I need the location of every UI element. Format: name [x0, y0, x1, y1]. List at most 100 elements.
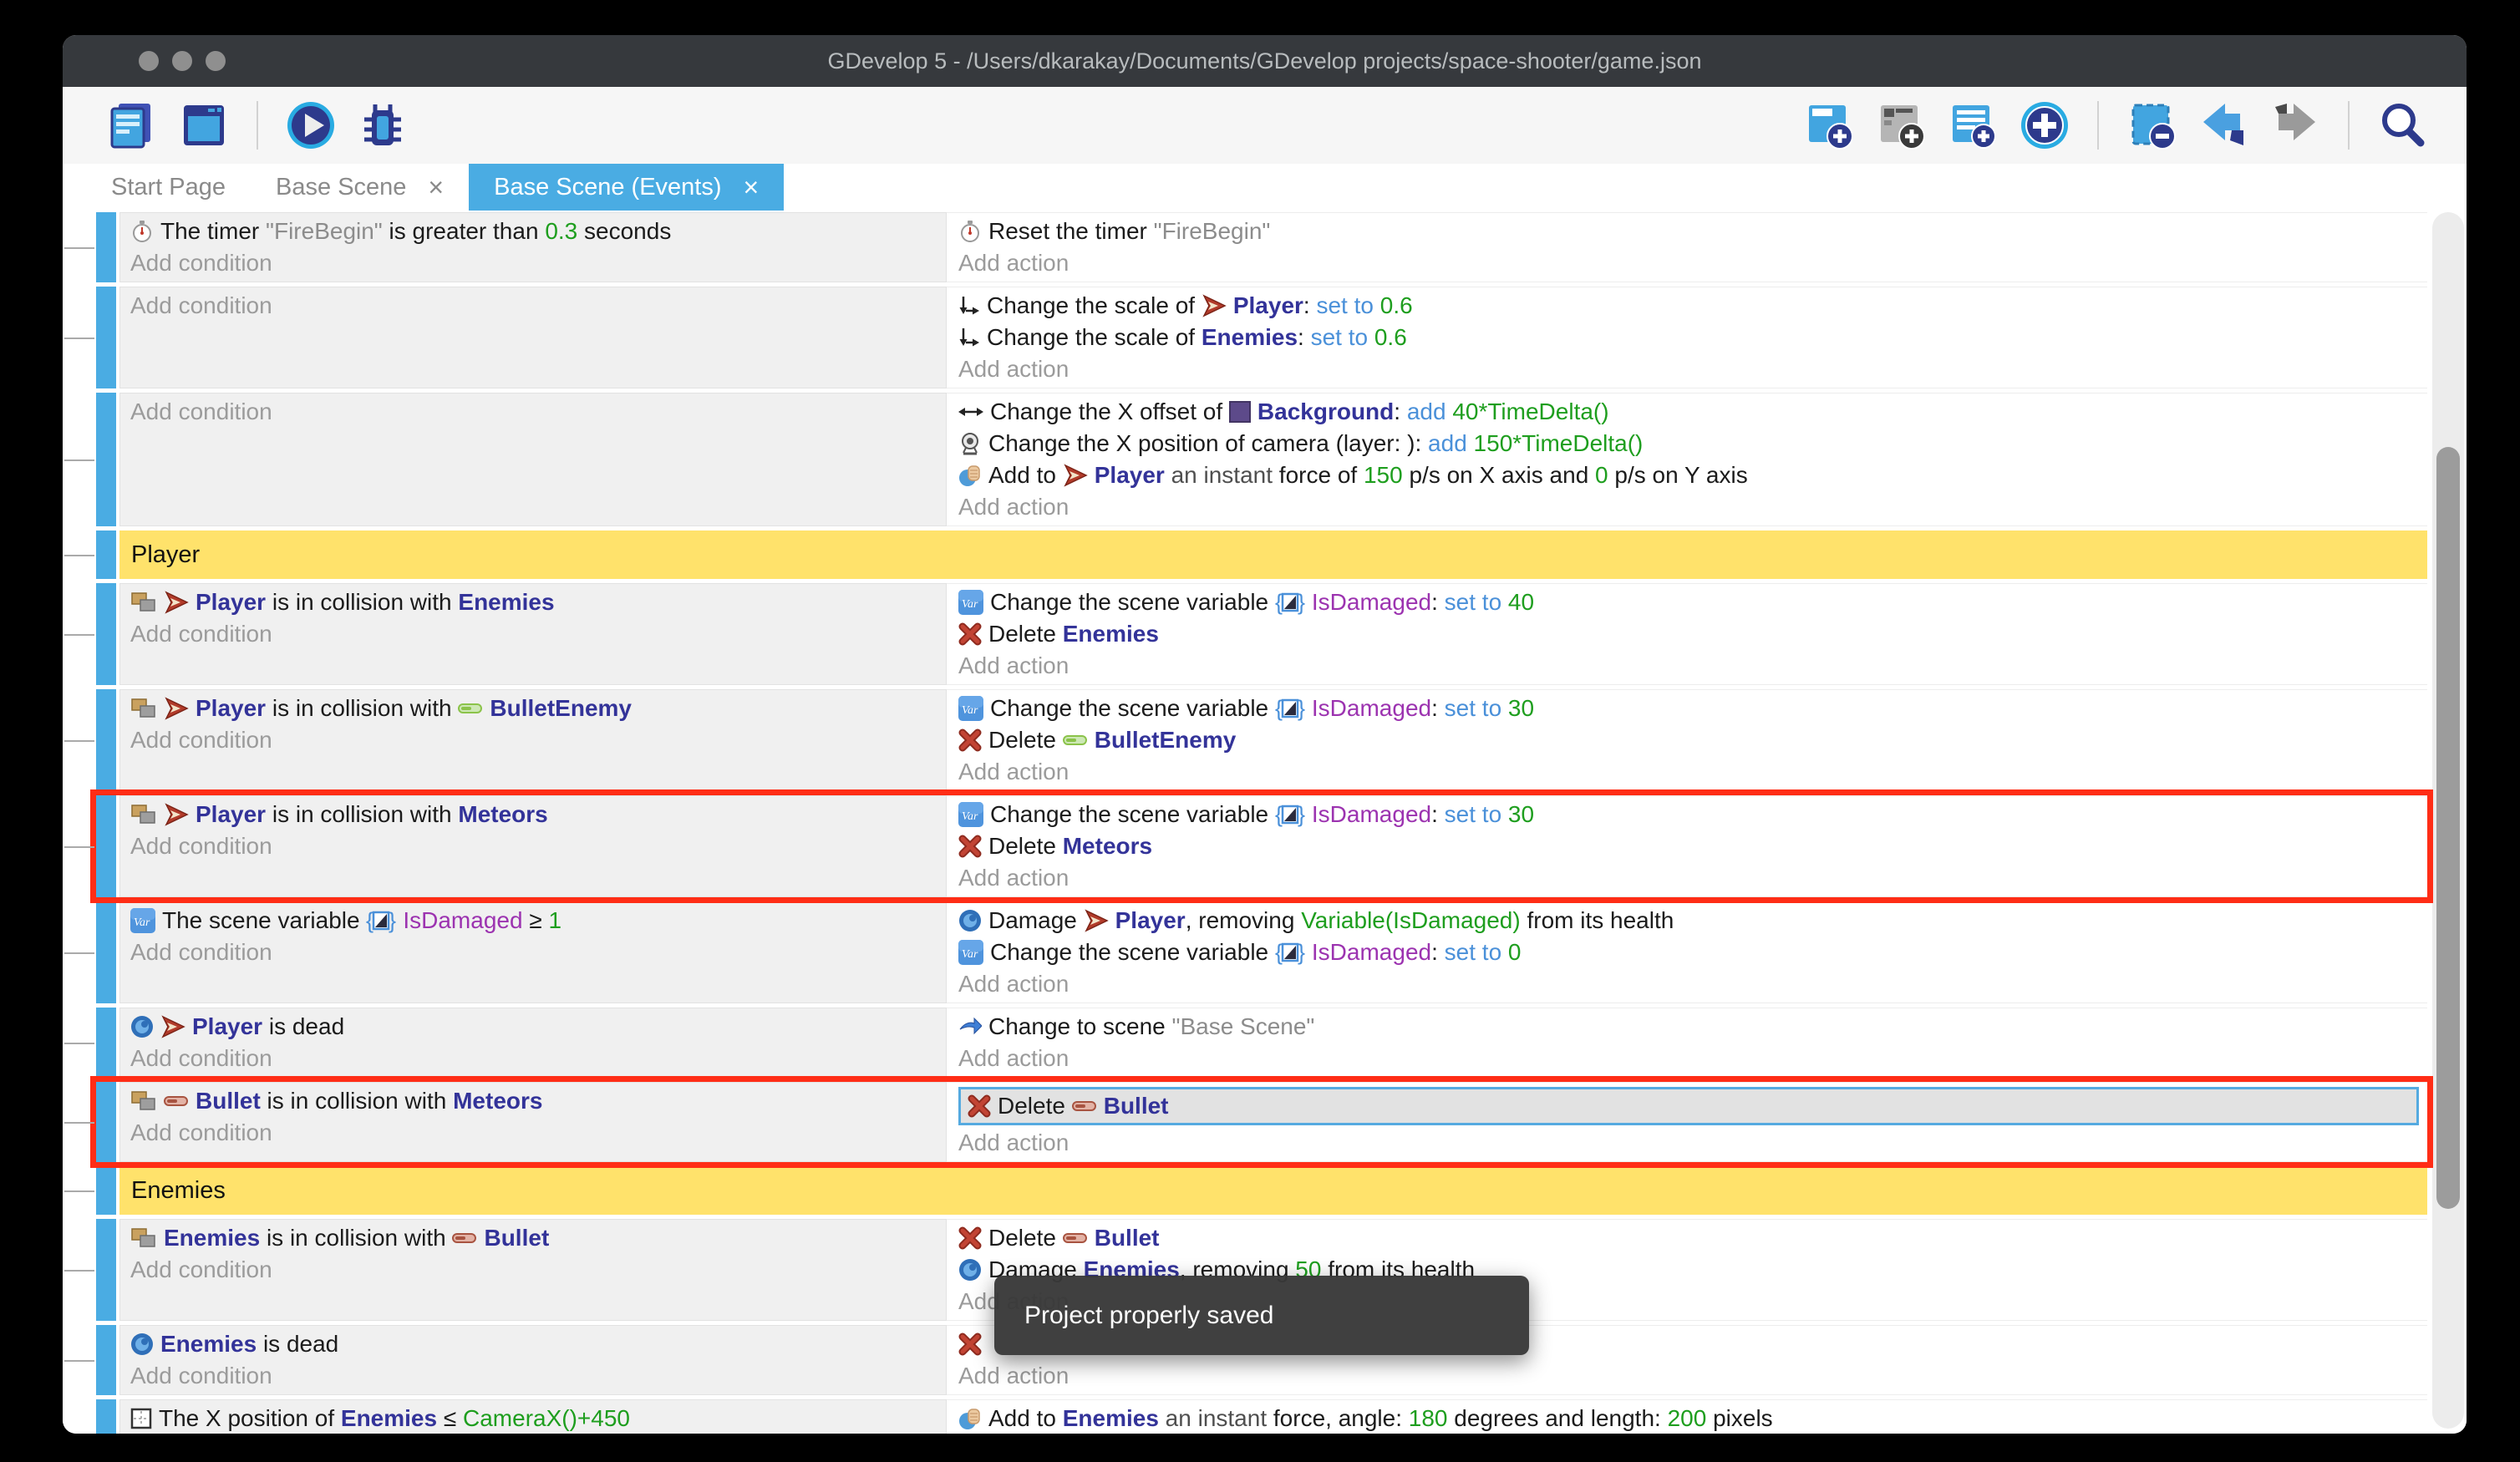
event-handle[interactable] — [96, 901, 116, 1003]
add-action-button[interactable]: Add action — [958, 650, 2419, 682]
text-segment: set to — [1445, 801, 1508, 828]
event-handle[interactable] — [96, 393, 116, 526]
condition-line[interactable]: Player is in collision with BulletEnemy — [130, 693, 937, 724]
add-action-button[interactable]: Add action — [958, 1043, 2419, 1074]
close-icon[interactable]: × — [744, 174, 760, 201]
actions-panel: Delete BulletAdd action — [947, 1082, 2427, 1162]
text-segment: Bullet — [196, 1088, 261, 1114]
tab-base-scene-events[interactable]: Base Scene (Events)× — [469, 164, 784, 211]
add-condition-button[interactable]: Add condition — [130, 618, 937, 650]
add-condition-button[interactable]: Add condition — [130, 247, 937, 279]
action-line[interactable]: Delete Bullet — [958, 1222, 2419, 1254]
action-line[interactable]: VarChange the scene variable {}IsDamaged… — [958, 799, 2419, 830]
tab-start-page[interactable]: Start Page — [86, 164, 251, 211]
condition-line[interactable]: Enemies is in collision with Bullet — [130, 1222, 937, 1254]
add-condition-button[interactable]: Add condition — [130, 1117, 937, 1149]
debug-icon[interactable] — [355, 98, 410, 153]
scrollbar-thumb[interactable] — [2436, 447, 2460, 1209]
add-action-button[interactable]: Add action — [958, 1127, 2419, 1159]
action-line[interactable]: Delete Enemies — [958, 618, 2419, 650]
add-condition-button[interactable]: Add condition — [130, 937, 937, 968]
play-icon[interactable] — [283, 98, 338, 153]
add-action-button[interactable]: Add action — [958, 353, 2419, 385]
text-segment: Change the scene variable — [990, 695, 1275, 722]
condition-line[interactable]: The X position of Enemies ≤ CameraX()+45… — [130, 1403, 937, 1434]
condition-line[interactable]: Bullet is in collision with Meteors — [130, 1085, 937, 1117]
action-line[interactable]: Change the scale of Enemies: set to 0.6 — [958, 322, 2419, 353]
add-action-button[interactable]: Add action — [958, 247, 2419, 279]
zoom-window-button[interactable] — [206, 51, 226, 71]
event-handle[interactable] — [96, 1325, 116, 1395]
add-action-button[interactable]: Add action — [958, 491, 2419, 523]
condition-line[interactable]: VarThe scene variable {}IsDamaged ≥ 1 — [130, 905, 937, 937]
event-handle[interactable] — [96, 1008, 116, 1078]
tab-base-scene[interactable]: Base Scene× — [251, 164, 469, 211]
action-line[interactable]: Change the X offset of Background: add 4… — [958, 396, 2419, 428]
add-condition-button[interactable]: Add condition — [130, 1360, 937, 1392]
project-manager-icon[interactable] — [104, 98, 160, 153]
event-handle[interactable] — [96, 583, 116, 685]
event-handle[interactable] — [96, 795, 116, 897]
add-circle-icon[interactable] — [2017, 98, 2072, 153]
action-line[interactable]: Change to scene "Base Scene" — [958, 1011, 2419, 1043]
scrollbar-track[interactable] — [2432, 212, 2464, 1429]
action-line[interactable]: Delete Bullet — [958, 1087, 2419, 1125]
add-action-button[interactable]: Add action — [958, 1360, 2419, 1392]
text-segment: Add to — [988, 1405, 1063, 1432]
add-condition-button[interactable]: Add condition — [130, 724, 937, 756]
event-handle[interactable] — [96, 1082, 116, 1162]
title-bar: GDevelop 5 - /Users/dkarakay/Documents/G… — [63, 35, 2467, 87]
action-line[interactable]: Add to Enemies an instant force, angle: … — [958, 1403, 2419, 1434]
gdevelop-window: GDevelop 5 - /Users/dkarakay/Documents/G… — [63, 35, 2467, 1434]
scene-editor-icon[interactable] — [176, 98, 231, 153]
action-line[interactable]: Reset the timer "FireBegin" — [958, 216, 2419, 247]
group-header[interactable]: Enemies — [96, 1166, 2427, 1215]
save-toast: Project properly saved — [994, 1276, 1529, 1355]
event-handle[interactable] — [96, 212, 116, 282]
close-window-button[interactable] — [139, 51, 159, 71]
collision-icon — [130, 697, 157, 720]
action-line[interactable]: Damage Player, removing Variable(IsDamag… — [958, 905, 2419, 937]
condition-line[interactable]: Player is in collision with Enemies — [130, 586, 937, 618]
condition-line[interactable]: The timer "FireBegin" is greater than 0.… — [130, 216, 937, 247]
event-handle[interactable] — [96, 287, 116, 388]
condition-line[interactable]: Player is in collision with Meteors — [130, 799, 937, 830]
add-event-icon[interactable] — [1801, 98, 1857, 153]
search-icon[interactable] — [2375, 98, 2430, 153]
event-handle[interactable] — [96, 1166, 116, 1215]
add-condition-button[interactable]: Add condition — [130, 396, 937, 428]
add-condition-button[interactable]: Add condition — [130, 290, 937, 322]
add-action-button[interactable]: Add action — [958, 862, 2419, 894]
text-segment: Enemies — [160, 1331, 257, 1358]
add-action-button[interactable]: Add action — [958, 968, 2419, 1000]
action-line[interactable]: Delete Meteors — [958, 830, 2419, 862]
event-handle[interactable] — [96, 689, 116, 791]
add-comment-icon[interactable] — [1945, 98, 2000, 153]
close-icon[interactable]: × — [428, 174, 444, 201]
add-condition-button[interactable]: Add condition — [130, 1043, 937, 1074]
minimize-window-button[interactable] — [172, 51, 192, 71]
action-line[interactable]: VarChange the scene variable {}IsDamaged… — [958, 693, 2419, 724]
action-line[interactable]: VarChange the scene variable {}IsDamaged… — [958, 586, 2419, 618]
undo-icon[interactable] — [2196, 98, 2251, 153]
condition-line[interactable]: Enemies is dead — [130, 1328, 937, 1360]
redo-icon[interactable] — [2268, 98, 2323, 153]
condition-line[interactable]: Player is dead — [130, 1011, 937, 1043]
text-segment: Player — [1095, 462, 1165, 489]
action-line[interactable]: Change the scale of Player: set to 0.6 — [958, 290, 2419, 322]
delete-event-icon[interactable] — [2124, 98, 2179, 153]
group-header[interactable]: Player — [96, 530, 2427, 579]
event-handle[interactable] — [96, 530, 116, 579]
action-line[interactable]: Delete BulletEnemy — [958, 724, 2419, 756]
add-action-button[interactable]: Add action — [958, 756, 2419, 788]
add-subevent-icon[interactable] — [1873, 98, 1928, 153]
event-handle[interactable] — [96, 1399, 116, 1434]
add-condition-button[interactable]: Add condition — [130, 830, 937, 862]
action-line[interactable]: Add to Player an instant force of 150 p/… — [958, 459, 2419, 491]
add-condition-button[interactable]: Add condition — [130, 1254, 937, 1286]
delete-x-icon — [958, 622, 982, 646]
tree-tick — [64, 740, 94, 742]
action-line[interactable]: VarChange the scene variable {}IsDamaged… — [958, 937, 2419, 968]
action-line[interactable]: Change the X position of camera (layer: … — [958, 428, 2419, 459]
event-handle[interactable] — [96, 1219, 116, 1321]
